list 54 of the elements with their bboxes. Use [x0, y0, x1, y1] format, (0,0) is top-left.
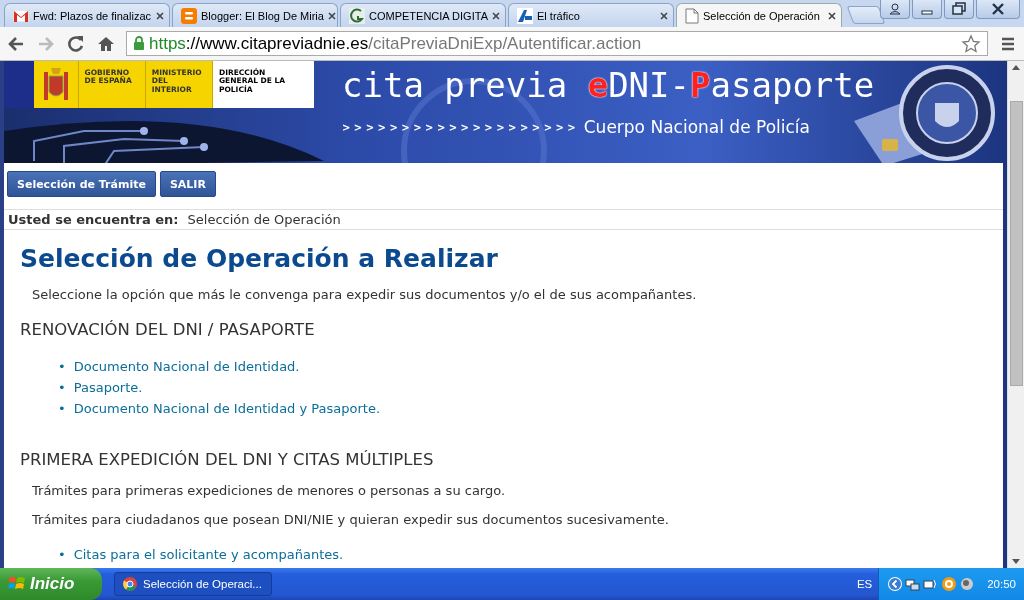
start-button[interactable]: Inicio	[0, 568, 102, 600]
ring-icon[interactable]	[941, 576, 958, 592]
option-link[interactable]: Documento Nacional de Identidad.	[73, 359, 300, 374]
browser-tab[interactable]: COMPETENCIA DIGITA	[340, 3, 506, 27]
collapse-arrow-icon[interactable]	[887, 576, 904, 592]
language-indicator[interactable]: ES	[856, 578, 873, 590]
bullet: •	[58, 401, 66, 416]
intro-text: Seleccione la opción que más le convenga para expedir sus documentos y/o el de sus acompañantes.	[32, 287, 698, 302]
section-heading: PRIMERA EXPEDICIÓN DEL DNI Y CITAS MÚLTIPLES	[20, 450, 435, 469]
minimize-icon[interactable]	[912, 0, 942, 19]
network-icon[interactable]	[905, 576, 922, 592]
section-heading: RENOVACIÓN DEL DNI / PASAPORTE	[20, 320, 316, 339]
lock-icon	[133, 36, 145, 51]
banner-title: cita previa eDNI-Pasaporte	[342, 65, 875, 105]
nav-button[interactable]: Selección de Trámite	[7, 171, 156, 197]
user-icon[interactable]	[880, 0, 910, 19]
page-heading: Selección de Operación a Realizar	[20, 244, 499, 273]
mail-icon	[13, 9, 29, 22]
site-logo-icon	[349, 7, 365, 24]
restore-icon[interactable]	[944, 0, 974, 19]
clock: 20:50	[987, 578, 1016, 590]
breadcrumb-current: Selección de Operación	[187, 212, 341, 227]
scrollbar[interactable]	[1007, 61, 1024, 568]
police-badge-icon	[897, 63, 997, 163]
browser-tab[interactable]: El tráfico	[508, 3, 674, 27]
option-link[interactable]: Documento Nacional de Identidad y Pasaporte.	[73, 401, 381, 416]
star-icon[interactable]	[961, 33, 981, 54]
flag-stripe	[4, 61, 34, 108]
browser-icon	[123, 577, 137, 591]
close-icon[interactable]	[976, 0, 1020, 19]
banner-subtitle: Cuerpo Nacional de Policía	[583, 117, 810, 137]
description-text: Trámites para ciudadanos que posean DNI/NIE y quieran expedir sus documentos sucesivamente.	[32, 512, 670, 527]
bullet: •	[58, 380, 66, 395]
description-text: Trámites para primeras expediciones de menores o personas a su cargo.	[32, 483, 507, 498]
page-icon	[685, 7, 699, 24]
taskbar-button[interactable]: Selección de Operaci...	[114, 572, 272, 596]
close-icon[interactable]	[492, 11, 500, 20]
nav-button[interactable]: SALIR	[159, 171, 216, 197]
url-text: https://www.citapreviadnie.es/citaPreviaDniExp/Autentificar.action	[149, 33, 642, 54]
close-icon[interactable]	[660, 11, 668, 20]
close-icon[interactable]	[327, 11, 336, 20]
browser-tab[interactable]: Selección de Operación	[676, 3, 842, 27]
bullet: •	[58, 547, 66, 562]
arrow-row: > > > > > > > > > > > > > > > > > > > >	[342, 121, 576, 133]
close-icon[interactable]	[828, 11, 836, 20]
reload-icon[interactable]	[66, 33, 86, 54]
bullet: •	[58, 359, 66, 374]
breadcrumb-label: Usted se encuentra en:	[8, 212, 179, 227]
option-link[interactable]: Pasaporte.	[73, 380, 143, 395]
close-icon[interactable]	[156, 11, 164, 20]
browser-tab[interactable]: Blogger: El Blog De Miria	[172, 3, 338, 27]
address-bar[interactable]: https://www.citapreviadnie.es/citaPreviaDniExp/Autentificar.action	[126, 31, 988, 56]
option-link[interactable]: Citas para el solicitante y acompañantes.	[73, 547, 344, 562]
browser-tab[interactable]: Fwd: Plazos de finalizac	[4, 3, 170, 27]
